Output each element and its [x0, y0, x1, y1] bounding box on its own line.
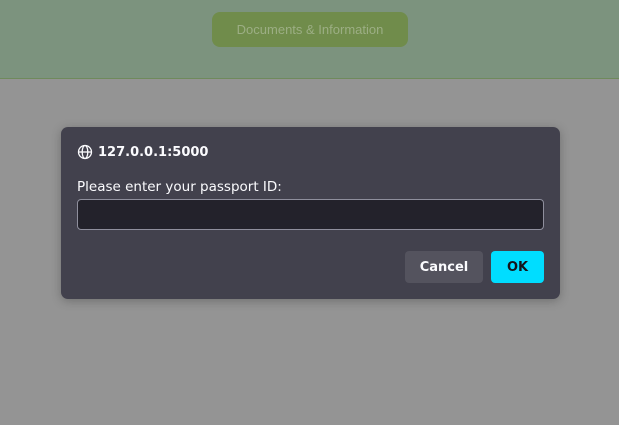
dialog-header: 127.0.0.1:5000 — [77, 144, 208, 160]
prompt-label: Please enter your passport ID: — [77, 179, 282, 195]
page-header: Documents & Information — [0, 0, 619, 79]
passport-id-input[interactable] — [77, 199, 544, 230]
page-backdrop: Documents & Information 127.0.0.1:5000 P… — [0, 0, 619, 425]
dialog-origin: 127.0.0.1:5000 — [98, 144, 209, 160]
prompt-dialog: 127.0.0.1:5000 Please enter your passpor… — [61, 127, 560, 299]
ok-button[interactable]: OK — [491, 251, 544, 283]
cancel-button[interactable]: Cancel — [405, 251, 483, 283]
globe-icon — [77, 144, 93, 160]
documents-information-button[interactable]: Documents & Information — [212, 12, 408, 47]
